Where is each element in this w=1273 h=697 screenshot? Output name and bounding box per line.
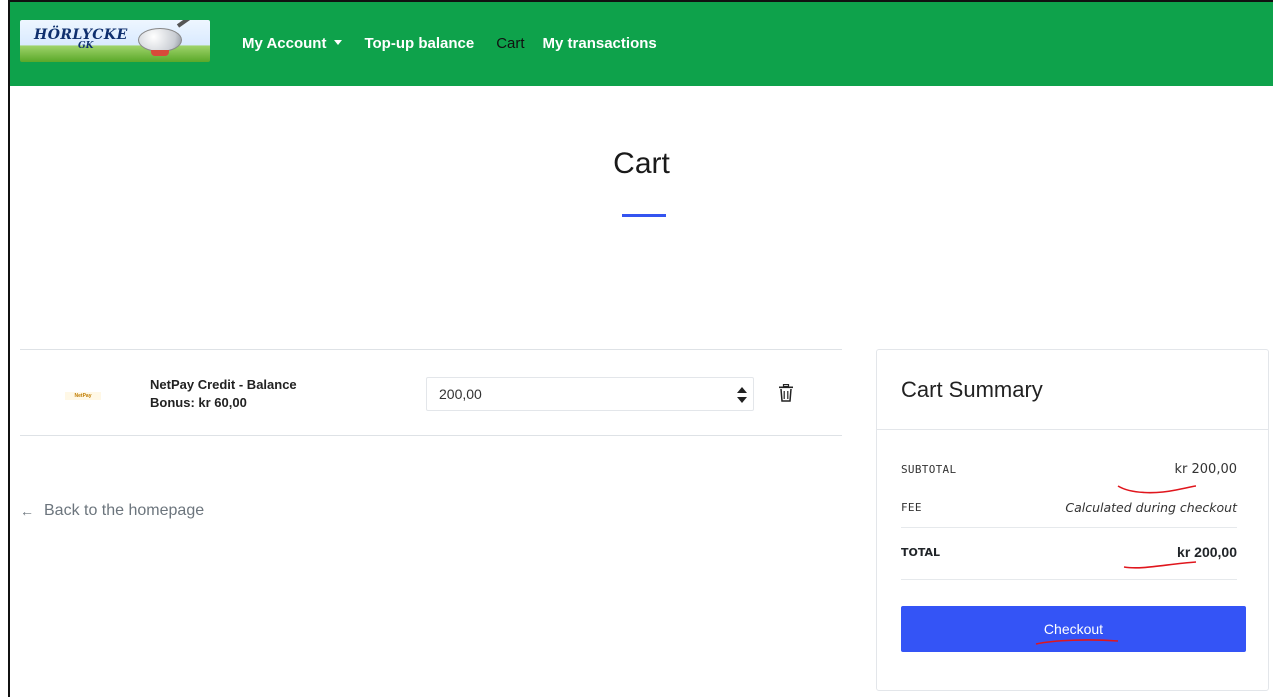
product-thumbnail: NetPay [65,392,101,400]
summary-divider [901,579,1237,580]
product-name: NetPay Credit - Balance [150,377,297,392]
fee-row: FEE Calculated during checkout [901,500,1237,515]
summary-title: Cart Summary [877,350,1268,430]
golf-ball-icon [138,28,182,52]
club-logo[interactable]: HÖRLYCKE GK [20,20,210,62]
subtotal-label: SUBTOTAL [901,463,957,476]
page-title: Cart [613,147,670,180]
caret-down-icon [334,40,343,45]
golf-tee-icon [151,50,169,56]
trash-icon[interactable] [778,384,794,402]
cart-item-row: NetPay NetPay Credit - Balance Bonus: kr… [20,349,842,436]
product-bonus: Bonus: kr 60,00 [150,395,247,410]
back-link-label: Back to the homepage [44,502,205,519]
top-navbar: HÖRLYCKE GK My Account Top-up balance Ca… [10,2,1273,86]
total-label: TOTAL [901,545,941,559]
spinner-arrows-icon[interactable] [736,386,748,404]
nav-my-account[interactable]: My Account [242,35,343,52]
nav-links: My Account Top-up balance Cart My transa… [242,35,679,52]
back-to-homepage-link[interactable]: ← Back to the homepage [20,502,204,520]
arrow-left-icon: ← [20,503,34,519]
nav-cart[interactable]: Cart [496,35,524,52]
checkout-button[interactable]: Checkout [901,606,1246,652]
logo-subtext: GK [78,41,94,51]
nav-my-transactions[interactable]: My transactions [543,35,657,52]
summary-divider [901,527,1237,528]
fee-value: Calculated during checkout [1065,500,1237,515]
fee-label: FEE [901,501,922,514]
amount-input[interactable] [426,377,754,411]
cart-summary-panel: Cart Summary SUBTOTAL kr 200,00 FEE Calc… [876,349,1269,691]
subtotal-row: SUBTOTAL kr 200,00 [901,462,1237,477]
total-value: kr 200,00 [1177,544,1237,560]
app-frame: HÖRLYCKE GK My Account Top-up balance Ca… [8,0,1273,697]
nav-top-up-balance[interactable]: Top-up balance [364,35,474,52]
nav-my-account-label: My Account [242,35,327,52]
golf-club-icon [176,20,210,28]
subtotal-value: kr 200,00 [1174,462,1238,477]
total-row: TOTAL kr 200,00 [901,544,1237,560]
title-underline [622,214,666,217]
